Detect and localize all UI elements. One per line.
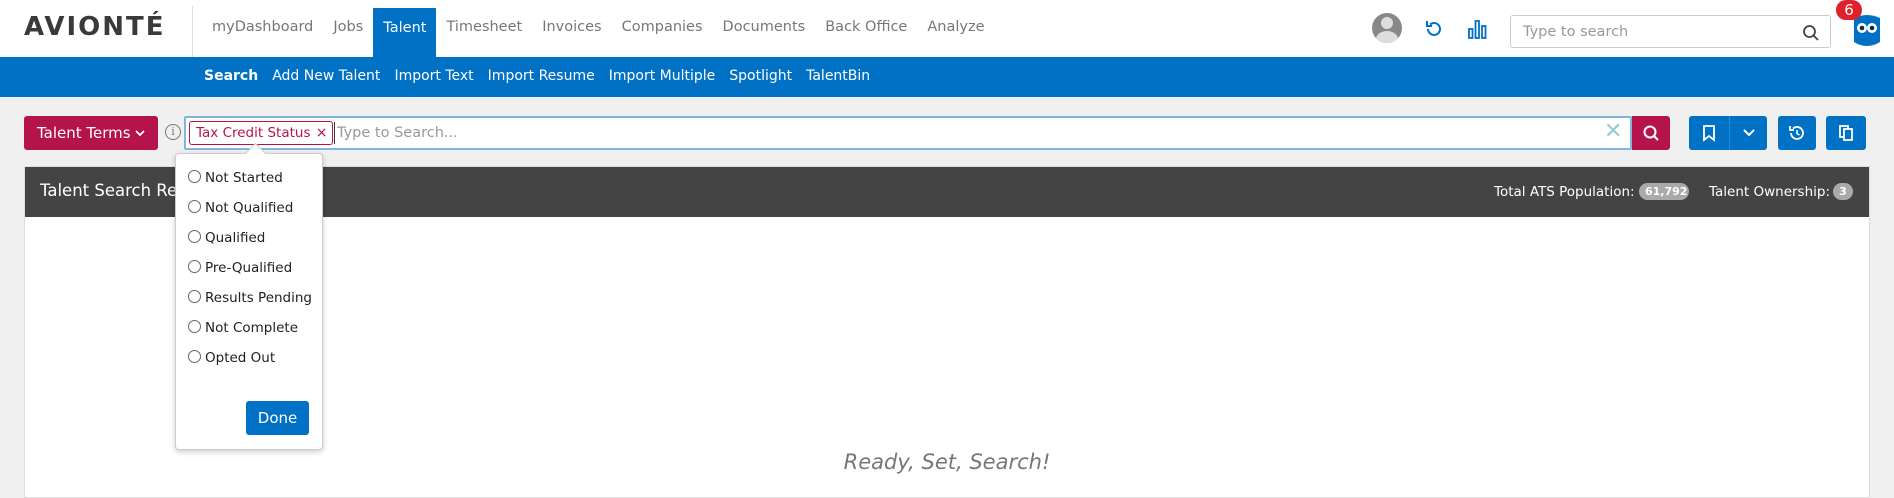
global-search (1510, 15, 1831, 48)
top-navigation-bar: AVIONTÉ myDashboard Jobs Talent Timeshee… (0, 0, 1894, 57)
chevron-down-icon (1743, 129, 1755, 137)
bookmark-icon (1703, 125, 1715, 142)
nav-item-companies[interactable]: Companies (612, 0, 713, 57)
refresh-icon[interactable] (1423, 18, 1445, 40)
radio-button[interactable] (188, 320, 201, 333)
option-not-started[interactable]: Not Started (188, 170, 283, 190)
clear-search-icon[interactable]: ✕ (1604, 121, 1624, 144)
option-label: Not Complete (205, 320, 299, 336)
talent-ownership-badge: 3 (1833, 183, 1853, 200)
save-search-button[interactable] (1689, 116, 1729, 150)
radio-button[interactable] (188, 170, 201, 183)
nav-item-mydashboard[interactable]: myDashboard (202, 0, 323, 57)
option-label: Qualified (205, 230, 266, 246)
radio-button[interactable] (188, 200, 201, 213)
talent-terms-label: Talent Terms (37, 124, 131, 142)
option-not-complete[interactable]: Not Complete (188, 320, 298, 340)
sub-navigation-bar: Search Add New Talent Import Text Import… (0, 57, 1894, 97)
copy-icon (1839, 125, 1853, 141)
nav-item-documents[interactable]: Documents (713, 0, 816, 57)
subnav-item-add-new-talent[interactable]: Add New Talent (272, 57, 380, 97)
chip-remove-icon[interactable]: × (316, 122, 328, 144)
option-label: Opted Out (205, 350, 276, 366)
main-nav: myDashboard Jobs Talent Timesheet Invoic… (202, 0, 995, 57)
nav-item-back-office[interactable]: Back Office (815, 0, 917, 57)
talent-search-box: Tax Credit Status × ✕ (184, 116, 1632, 150)
option-qualified[interactable]: Qualified (188, 230, 265, 250)
subnav-item-import-resume[interactable]: Import Resume (488, 57, 595, 97)
nav-item-invoices[interactable]: Invoices (532, 0, 611, 57)
panel-title: Talent Search Re (40, 181, 178, 200)
nav-item-jobs[interactable]: Jobs (323, 0, 373, 57)
bar-chart-icon[interactable] (1466, 18, 1488, 40)
search-history-button[interactable] (1778, 116, 1816, 150)
history-icon (1789, 126, 1804, 140)
subnav-item-import-multiple[interactable]: Import Multiple (609, 57, 716, 97)
radio-button[interactable] (188, 260, 201, 273)
talent-terms-button[interactable]: Talent Terms (24, 116, 158, 150)
tax-credit-status-dropdown: Not Started Not Qualified Qualified Pre-… (175, 153, 323, 450)
search-button[interactable] (1632, 116, 1670, 150)
global-search-input[interactable] (1523, 22, 1793, 42)
search-icon (1643, 125, 1659, 141)
option-label: Not Qualified (205, 200, 294, 216)
subnav-item-search[interactable]: Search (204, 57, 258, 97)
option-label: Not Started (205, 170, 283, 186)
option-opted-out[interactable]: Opted Out (188, 350, 275, 370)
filter-chip-label: Tax Credit Status (196, 125, 311, 141)
search-icon[interactable] (1802, 24, 1820, 42)
subnav-item-spotlight[interactable]: Spotlight (729, 57, 792, 97)
subnav-item-import-text[interactable]: Import Text (394, 57, 473, 97)
total-ats-population-label: Total ATS Population: (1494, 184, 1635, 200)
empty-state-message: Ready, Set, Search! (843, 450, 1051, 474)
chevron-down-icon (135, 130, 145, 137)
talent-ownership-label: Talent Ownership: (1709, 184, 1831, 200)
done-button[interactable]: Done (246, 401, 309, 435)
radio-button[interactable] (188, 230, 201, 243)
filter-chip-tax-credit-status[interactable]: Tax Credit Status × (189, 121, 334, 145)
subnav-item-talentbin[interactable]: TalentBin (806, 57, 870, 97)
info-icon[interactable]: i (165, 124, 181, 140)
logo-divider (192, 6, 193, 57)
talent-subnav: Search Add New Talent Import Text Import… (204, 57, 870, 97)
talent-search-input[interactable] (334, 122, 1574, 144)
radio-button[interactable] (188, 290, 201, 303)
option-not-qualified[interactable]: Not Qualified (188, 200, 293, 220)
app-logo[interactable]: AVIONTÉ (24, 12, 166, 42)
nav-item-talent[interactable]: Talent (373, 8, 437, 57)
radio-button[interactable] (188, 350, 201, 363)
total-ats-population-badge: 61,792 (1639, 183, 1689, 200)
user-avatar[interactable] (1372, 13, 1402, 43)
nav-item-analyze[interactable]: Analyze (917, 0, 994, 57)
saved-searches-dropdown-button[interactable] (1729, 116, 1767, 150)
option-label: Results Pending (205, 290, 313, 306)
option-results-pending[interactable]: Results Pending (188, 290, 312, 310)
nav-item-timesheet[interactable]: Timesheet (436, 0, 532, 57)
option-pre-qualified[interactable]: Pre-Qualified (188, 260, 292, 280)
notification-badge[interactable]: 6 (1836, 0, 1862, 20)
copy-button[interactable] (1826, 116, 1866, 150)
option-label: Pre-Qualified (205, 260, 293, 276)
